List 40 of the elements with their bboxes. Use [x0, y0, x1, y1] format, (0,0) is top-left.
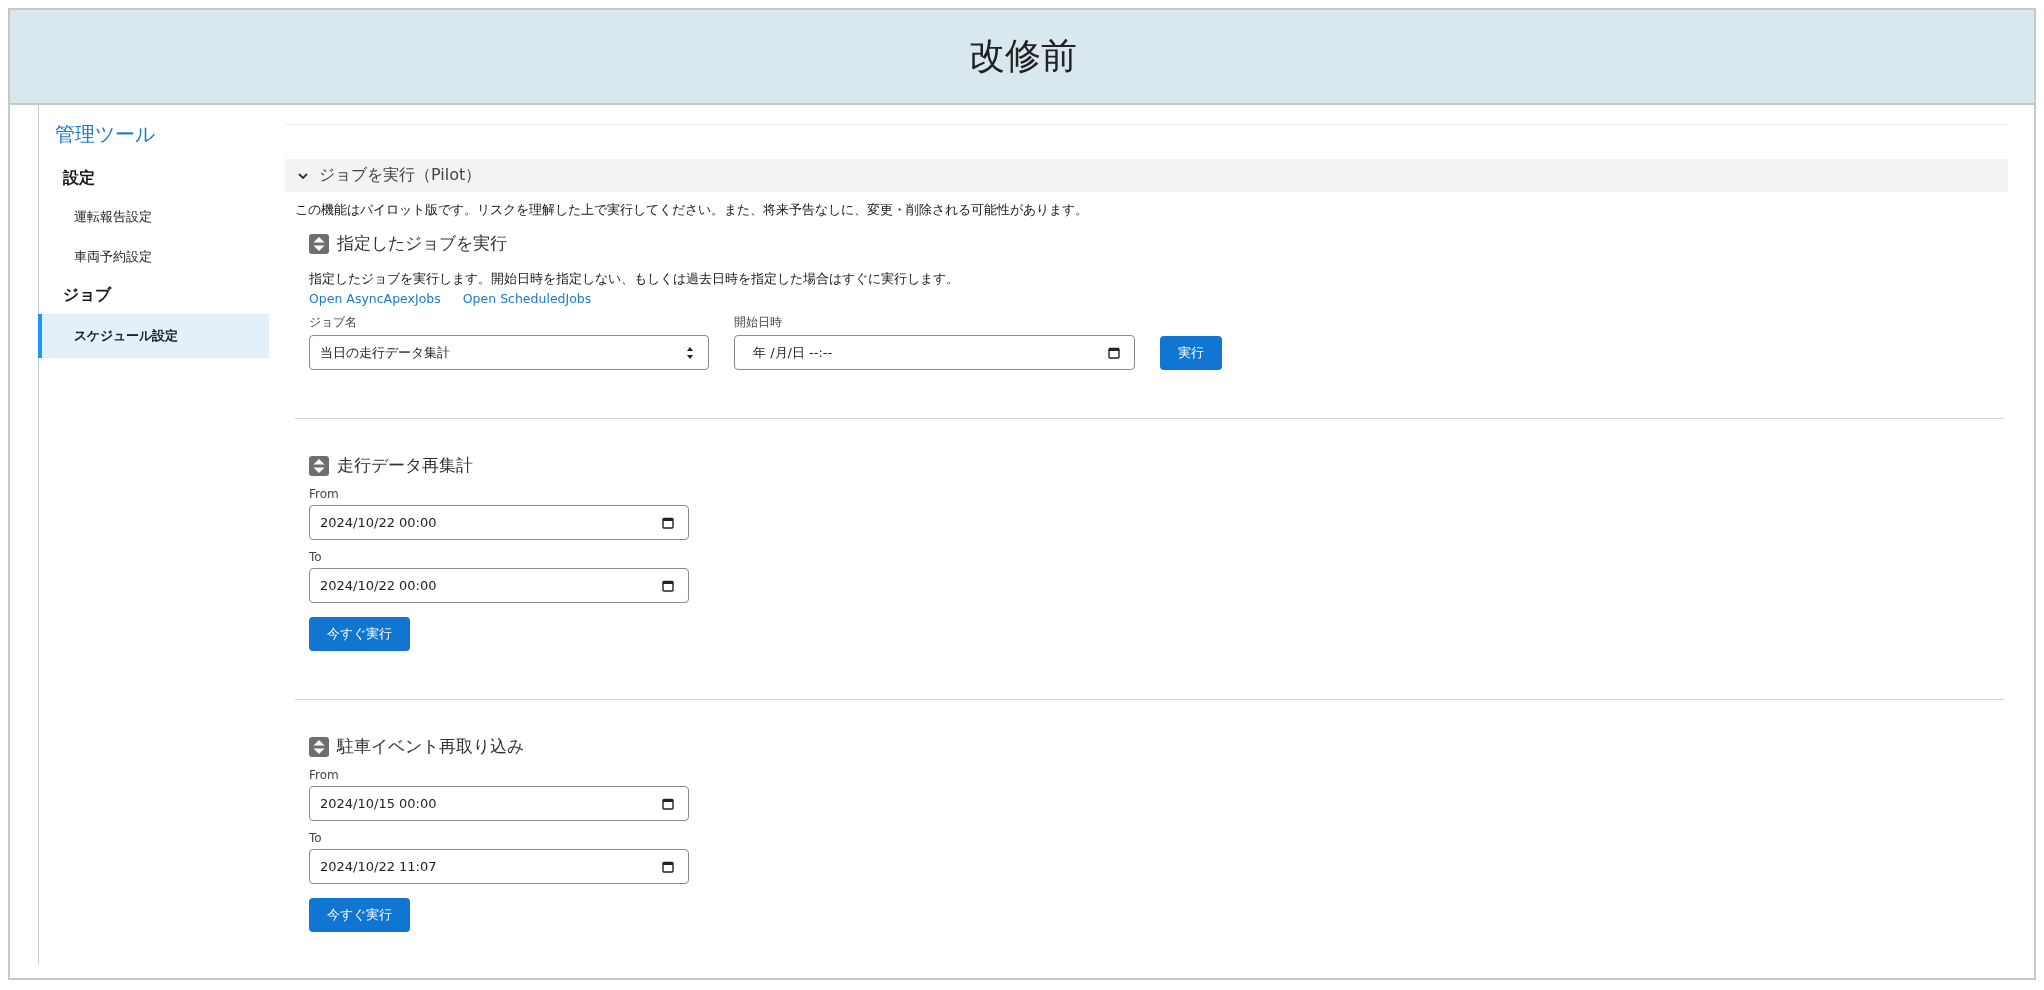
job-icon: [309, 456, 329, 476]
sidebar-item[interactable]: 車両予約設定: [38, 237, 269, 277]
datetime-field[interactable]: 年 /月/日 --:--: [734, 335, 1135, 370]
job-title: 走行データ再集計: [337, 455, 473, 477]
run-now-button[interactable]: 今すぐ実行: [309, 617, 410, 651]
link[interactable]: Open ScheduledJobs: [462, 291, 592, 306]
job-icon: [309, 234, 329, 254]
job-icon: [309, 737, 329, 757]
sidebar-item[interactable]: スケジュール設定: [38, 314, 269, 358]
sidebar-item[interactable]: 運転報告設定: [38, 197, 269, 237]
job-title: 指定したジョブを実行: [337, 233, 507, 255]
calendar-icon: [662, 516, 674, 529]
notice-text: この機能はパイロット版です。リスクを理解した上で実行してください。また、将来予告なしに、変更・削除される可能性があります。: [295, 202, 1089, 219]
job-select[interactable]: 当日の走行データ集計: [309, 335, 709, 370]
datetime-field[interactable]: 2024/10/22 00:00: [309, 505, 689, 540]
link[interactable]: Open AsyncApexJobs: [309, 291, 441, 306]
field-label: ジョブ名: [309, 314, 358, 331]
page-title: 改修前: [969, 34, 1077, 78]
sidebar-title: 管理ツール: [54, 121, 156, 148]
field-label: 開始日時: [734, 314, 783, 331]
field-label: To: [309, 550, 323, 564]
section-title: ジョブを実行（Pilot）: [319, 165, 482, 186]
datetime-field[interactable]: 2024/10/15 00:00: [309, 786, 689, 821]
sidebar-group-heading: ジョブ: [62, 284, 113, 306]
calendar-icon: [1108, 346, 1120, 359]
datetime-field[interactable]: 2024/10/22 11:07: [309, 849, 689, 884]
run-now-button[interactable]: 今すぐ実行: [309, 898, 410, 932]
run-button[interactable]: 実行: [1160, 336, 1222, 370]
sidebar-group-heading: 設定: [62, 167, 96, 189]
field-label: From: [309, 487, 340, 501]
datetime-field[interactable]: 2024/10/22 00:00: [309, 568, 689, 603]
calendar-icon: [662, 860, 674, 873]
section-header[interactable]: ジョブを実行（Pilot）: [285, 159, 2008, 192]
updown-icon: [686, 345, 694, 360]
calendar-icon: [662, 797, 674, 810]
field-label: To: [309, 831, 323, 845]
calendar-icon: [662, 579, 674, 592]
job-title: 駐車イベント再取り込み: [337, 736, 524, 758]
field-label: From: [309, 768, 340, 782]
job-description: 指定したジョブを実行します。開始日時を指定しない、もしくは過去日時を指定した場合はすぐに実行します。: [309, 271, 960, 288]
